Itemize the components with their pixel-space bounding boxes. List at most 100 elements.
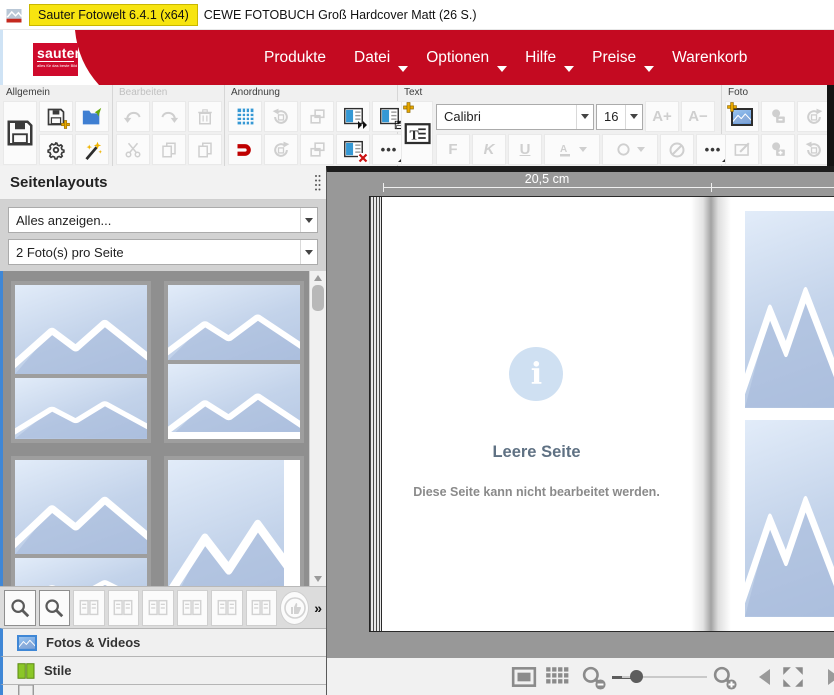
right-page[interactable] [731, 196, 834, 632]
spread-layout-button-4 [177, 590, 209, 626]
no-style-button [660, 134, 694, 165]
next-page-button[interactable] [819, 663, 834, 691]
zoom-in-button[interactable] [710, 663, 738, 691]
sidebar-section-partial[interactable] [0, 684, 326, 695]
menu-preise[interactable]: Preise [578, 41, 650, 75]
logo-brand-text: sauter [37, 46, 74, 61]
chevron-down-icon[interactable] [644, 66, 654, 72]
panel-drag-handle-icon[interactable] [314, 174, 321, 192]
a-plus-label: A+ [652, 108, 672, 125]
settings-button[interactable] [39, 134, 73, 165]
thumbs-zoom-out-button[interactable] [4, 590, 36, 626]
menu-hilfe[interactable]: Hilfe [511, 41, 570, 75]
sidebar-seitenlayouts: Seitenlayouts Alles anzeigen... 2 Foto(s… [0, 166, 326, 695]
grid-snap-button[interactable] [228, 101, 262, 132]
layout-thumbnail[interactable] [11, 456, 151, 586]
application-window: Sauter Fotowelt 6.4.1 (x64) CEWE FOTOBUC… [0, 0, 834, 695]
toolbar-group-text: Text T Calibri 16 [398, 85, 722, 166]
thumbnail-scrollbar[interactable] [309, 271, 326, 586]
section-label: Stile [44, 663, 71, 678]
group-label: Bearbeiten [119, 87, 167, 98]
sidebar-section-stile[interactable]: Stile [0, 656, 326, 684]
layout-thumbnail[interactable] [164, 456, 304, 586]
left-page-empty[interactable]: i Leere Seite Diese Seite kann nicht bea… [381, 196, 691, 632]
redo-button [152, 101, 186, 132]
ruler-measurement: 20,5 cm [383, 172, 711, 186]
chevron-down-icon[interactable] [300, 240, 317, 264]
previous-page-button[interactable] [750, 663, 778, 691]
spread-layout-button-6 [246, 590, 278, 626]
menu-produkte[interactable]: Produkte [250, 41, 340, 75]
title-bar: Sauter Fotowelt 6.4.1 (x64) CEWE FOTOBUC… [0, 0, 834, 30]
styles-icon [17, 663, 35, 679]
layout-category-select[interactable]: Alles anzeigen... [8, 207, 318, 233]
expand-tools-button[interactable]: » [314, 600, 322, 616]
empty-page-title: Leere Seite [492, 443, 580, 462]
save-button[interactable] [3, 101, 37, 165]
sidebar-title: Seitenlayouts [10, 174, 108, 191]
fullscreen-button[interactable] [779, 663, 807, 691]
logo-tagline-text: alles für das beste Bild [37, 61, 74, 68]
chevron-down-icon[interactable] [300, 208, 317, 232]
magic-wand-button[interactable] [75, 134, 109, 165]
chevron-down-icon[interactable] [625, 105, 642, 129]
bring-forward-button [300, 101, 334, 132]
magnet-align-button[interactable] [228, 134, 262, 165]
menu-warenkorb[interactable]: Warenkorb [658, 41, 761, 75]
photos-per-page-value: 2 Foto(s) pro Seite [9, 245, 300, 260]
group-label: Anordnung [231, 87, 280, 98]
photo-rotate-left-button [797, 134, 831, 165]
group-label: Allgemein [6, 87, 50, 98]
scroll-up-icon[interactable] [314, 275, 322, 281]
save-as-button[interactable] [39, 101, 73, 132]
chevron-down-icon [637, 147, 645, 152]
layout-thumbnail[interactable] [11, 281, 151, 443]
spread-layout-button-3 [142, 590, 174, 626]
sauter-logo: sauter alles für das beste Bild [33, 43, 78, 76]
recommend-button [280, 591, 309, 625]
font-smaller-button: A− [681, 101, 715, 132]
thumbs-zoom-in-button[interactable] [39, 590, 71, 626]
page-stack-edge [369, 196, 381, 632]
toolbar-group-anordnung: Anordnung ••• [225, 85, 398, 166]
scroll-down-icon[interactable] [314, 576, 322, 582]
menu-optionen[interactable]: Optionen [412, 41, 503, 75]
chevron-down-icon[interactable] [497, 66, 507, 72]
grid-view-button[interactable] [543, 663, 571, 691]
svg-text:T: T [410, 127, 419, 142]
sidebar-section-fotos-videos[interactable]: Fotos & Videos [0, 628, 326, 656]
open-export-button[interactable] [75, 101, 109, 132]
add-photo-button[interactable] [725, 101, 759, 132]
delete-layout-button[interactable] [336, 134, 370, 165]
photo-placeholder[interactable] [745, 420, 834, 617]
apply-layout-button[interactable] [336, 101, 370, 132]
layout-thumbnail[interactable] [164, 281, 304, 443]
chevron-down-icon[interactable] [564, 66, 574, 72]
font-family-select[interactable]: Calibri [436, 104, 594, 130]
add-text-button[interactable]: T [401, 101, 433, 165]
main-area: Seitenlayouts Alles anzeigen... 2 Foto(s… [0, 166, 834, 695]
photos-per-page-select[interactable]: 2 Foto(s) pro Seite [8, 239, 318, 265]
zoom-slider-handle[interactable] [630, 670, 643, 683]
underline-label: U [520, 141, 531, 158]
page-canvas: 20,5 cm i Leere Seite Diese Seite kann n… [326, 166, 834, 695]
menu-datei[interactable]: Datei [340, 41, 404, 75]
photo-rotate-right-button [797, 101, 831, 132]
zoom-out-button[interactable] [579, 663, 607, 691]
chevron-down-icon[interactable] [576, 105, 593, 129]
photo-zoom-in-button [761, 134, 795, 165]
font-size-select[interactable]: 16 [596, 104, 643, 130]
chevron-down-icon[interactable] [398, 66, 408, 72]
photo-placeholder[interactable] [745, 211, 834, 408]
spread-layout-button-5 [211, 590, 243, 626]
italic-button: K [472, 134, 506, 165]
chevron-down-icon [579, 147, 587, 152]
bold-label: F [448, 141, 457, 158]
scrollbar-thumb[interactable] [312, 285, 324, 311]
undo-button [116, 101, 150, 132]
single-page-view-button[interactable] [510, 663, 538, 691]
cut-button [116, 134, 150, 165]
edit-photo-button [725, 134, 759, 165]
window-title: CEWE FOTOBUCH Groß Hardcover Matt (26 S.… [204, 8, 477, 22]
group-label: Foto [728, 87, 748, 98]
